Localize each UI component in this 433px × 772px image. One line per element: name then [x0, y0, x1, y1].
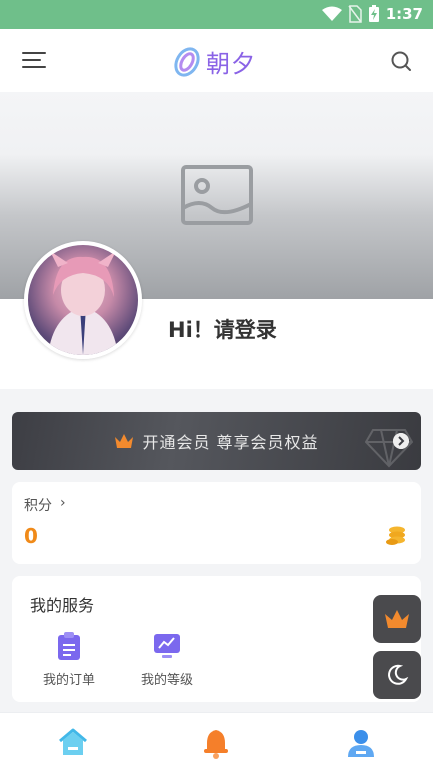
clipboard-icon	[58, 632, 80, 660]
home-icon[interactable]	[57, 727, 89, 759]
brand-text: 朝夕	[206, 49, 256, 78]
crown-icon	[385, 610, 409, 628]
vip-float-button[interactable]	[373, 595, 421, 643]
points-card[interactable]: 积分 › 0	[12, 482, 421, 564]
menu-icon[interactable]	[22, 50, 46, 70]
avatar-illustration	[48, 251, 118, 355]
services-title: 我的服务	[30, 596, 95, 615]
crown-icon	[115, 434, 134, 448]
points-value: 0	[24, 524, 38, 548]
chevron-right-circle-icon[interactable]	[393, 433, 409, 449]
no-sim-icon	[348, 5, 362, 23]
wifi-icon	[321, 6, 342, 21]
search-icon[interactable]	[389, 49, 413, 73]
bell-icon[interactable]	[200, 727, 232, 759]
chevron-right-icon: ›	[60, 495, 66, 511]
logo-mark-icon	[174, 47, 200, 77]
battery-charging-icon	[368, 5, 379, 22]
dark-mode-button[interactable]	[373, 651, 421, 699]
image-placeholder-icon	[181, 165, 253, 225]
service-label: 我的等级	[140, 673, 193, 688]
tab-bar	[0, 712, 433, 772]
coins-icon	[386, 526, 405, 545]
vip-banner[interactable]: 开通会员 尊享会员权益	[12, 412, 421, 470]
points-label: 积分	[24, 498, 52, 514]
service-label: 我的订单	[42, 673, 95, 688]
avatar[interactable]	[24, 241, 142, 359]
login-prompt[interactable]: Hi！请登录	[168, 314, 277, 344]
service-item-orders[interactable]: 我的订单	[24, 631, 114, 688]
service-item-level[interactable]: 我的等级	[122, 631, 212, 688]
status-time: 1:37	[385, 5, 423, 23]
brand-logo: 朝夕	[170, 39, 256, 83]
chart-monitor-icon	[154, 634, 180, 658]
user-icon[interactable]	[345, 727, 377, 759]
moon-icon	[388, 664, 409, 685]
status-bar: 1:37	[0, 0, 433, 29]
services-card: 我的服务 我的订单 我的等级	[12, 576, 421, 702]
app-header: 朝夕	[0, 29, 433, 93]
vip-text: 开通会员 尊享会员权益	[142, 433, 319, 452]
